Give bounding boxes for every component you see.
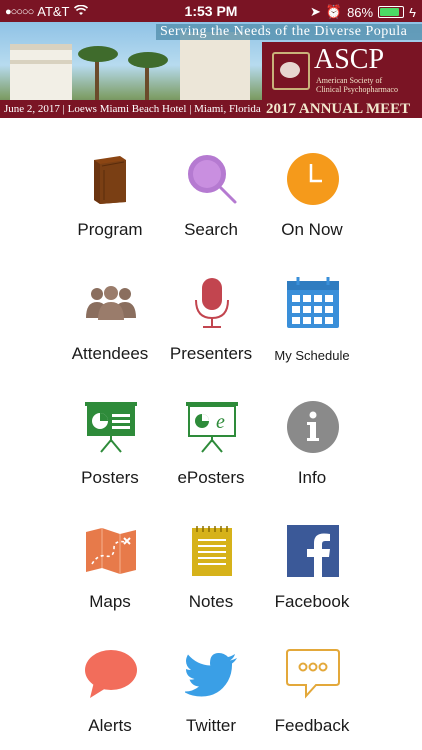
info-icon — [287, 401, 339, 453]
menu-item-label: Info — [297, 468, 327, 487]
microphone-icon — [195, 278, 229, 328]
alarm-icon: ⏰ — [325, 4, 343, 19]
conference-banner: Serving the Needs of the Diverse Popula … — [0, 22, 422, 118]
org-short-name: ASCP — [314, 44, 385, 75]
chat-dots-icon — [286, 649, 340, 699]
status-right: ➤ ⏰ 86% ϟ — [310, 4, 416, 20]
menu-item-label: On Now — [281, 220, 343, 239]
banner-building — [10, 44, 72, 102]
menu-item-my-schedule[interactable]: My Schedule — [242, 242, 382, 363]
banner-palm-frond — [128, 52, 168, 68]
speech-bubble-icon — [85, 650, 137, 698]
banner-meeting-title: 2017 ANNUAL MEET — [262, 100, 422, 118]
location-arrow-icon: ➤ — [309, 4, 321, 19]
magnifier-icon — [188, 155, 237, 204]
charging-bolt-icon: ϟ — [409, 4, 416, 20]
clock-icon — [287, 153, 339, 205]
org-long-line-1: American Society of — [316, 76, 383, 85]
banner-dates: June 2, 2017 | Loews Miami Beach Hotel |… — [0, 100, 266, 118]
menu-item-label: Facebook — [274, 592, 350, 611]
battery-icon — [378, 6, 405, 18]
brain-logo-icon — [272, 52, 310, 90]
org-long-name: American Society of Clinical Psychopharm… — [316, 76, 398, 94]
battery-fill — [380, 8, 400, 16]
eposter-board-icon: e — [186, 402, 238, 453]
menu-item-feedback[interactable]: Feedback — [242, 614, 382, 735]
notepad-icon — [192, 526, 232, 576]
banner-building — [180, 32, 250, 107]
map-icon — [86, 528, 136, 574]
svg-text:e: e — [216, 411, 225, 433]
banner-palm-frond — [78, 46, 118, 62]
people-icon — [86, 286, 136, 320]
menu-item-facebook[interactable]: Facebook — [242, 490, 382, 611]
calendar-icon — [287, 277, 339, 328]
ascp-box: ASCP American Society of Clinical Psycho… — [262, 42, 422, 100]
facebook-icon — [287, 525, 339, 577]
poster-board-icon — [85, 402, 137, 453]
twitter-bird-icon — [185, 653, 237, 697]
menu-grid: Program Search On Now Attendees Presente… — [0, 118, 422, 750]
menu-item-info[interactable]: Info — [242, 366, 382, 487]
menu-item-label: Feedback — [274, 716, 350, 735]
banner-tagline: Serving the Needs of the Diverse Popula — [156, 24, 422, 40]
menu-item-label: My Schedule — [274, 348, 350, 363]
status-bar: ●○○○○ AT&T 1:53 PM ➤ ⏰ 86% ϟ — [0, 0, 422, 22]
book-icon — [94, 156, 126, 204]
org-long-line-2: Clinical Psychopharmaco — [316, 85, 398, 94]
menu-item-on-now[interactable]: On Now — [242, 118, 382, 239]
battery-percent: 86% — [347, 4, 374, 20]
